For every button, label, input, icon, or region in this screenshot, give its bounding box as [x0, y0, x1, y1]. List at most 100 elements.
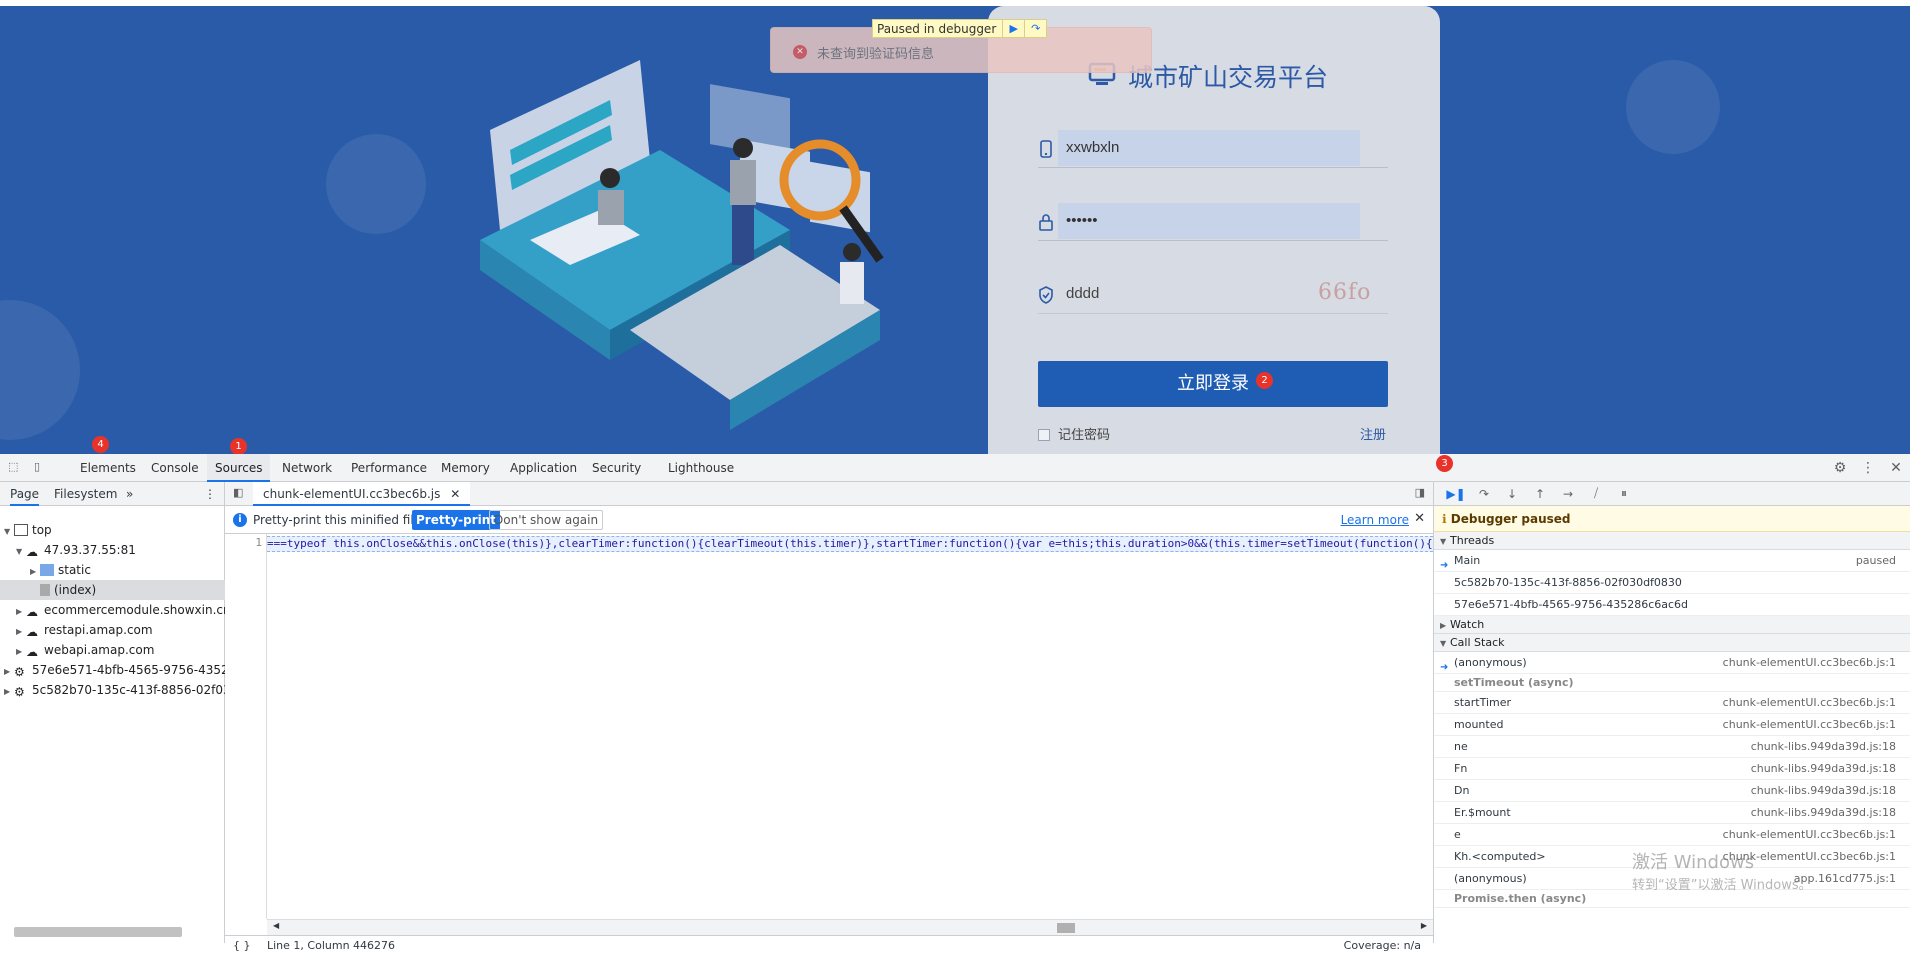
remember-password[interactable]: 记住密码: [1038, 424, 1110, 443]
collapse-arrow-icon: ▶: [1440, 621, 1447, 630]
frame-function: e: [1454, 828, 1461, 841]
editor-horizontal-scrollbar[interactable]: ◀ ▶: [267, 919, 1433, 935]
tab-network[interactable]: Network: [274, 454, 340, 482]
nav-tab-filesystem[interactable]: Filesystem: [54, 482, 117, 506]
pretty-print-button[interactable]: Pretty-print: [412, 510, 501, 530]
tree-item-host[interactable]: ▶ ☁ webapi.amap.com: [0, 640, 225, 660]
coverage-status[interactable]: Coverage: n/a: [1344, 936, 1421, 956]
frame-location[interactable]: chunk-elementUI.cc3bec6b.js:1: [1723, 692, 1896, 714]
callstack-section-header[interactable]: ▼ Call Stack: [1434, 634, 1910, 652]
frame-location[interactable]: chunk-elementUI.cc3bec6b.js:1: [1723, 714, 1896, 736]
learn-more-link[interactable]: Learn more: [1341, 513, 1409, 527]
settings-gear-icon[interactable]: ⚙: [1826, 460, 1854, 476]
toggle-debugger-icon[interactable]: ◨: [1415, 486, 1425, 499]
nav-more-tabs-icon[interactable]: »: [126, 482, 133, 506]
frame-function: Fn: [1454, 762, 1468, 775]
line-gutter: 1: [225, 534, 267, 919]
remember-checkbox[interactable]: [1038, 429, 1050, 441]
webpage-viewport: 城市矿山交易平台 xxwbxln •••••• dddd 66fo 立即登录 记…: [0, 0, 1910, 454]
tree-item-host[interactable]: ▶ ☁ restapi.amap.com: [0, 620, 225, 640]
callstack-frame[interactable]: ne chunk-libs.949da39d.js:18: [1434, 736, 1910, 758]
step-out-icon[interactable]: ↑: [1526, 487, 1554, 501]
callstack-frame[interactable]: ➜ (anonymous) chunk-elementUI.cc3bec6b.j…: [1434, 652, 1910, 674]
tab-security[interactable]: Security: [584, 454, 649, 482]
device-toolbar-icon[interactable]: ▯: [34, 460, 50, 476]
step-icon[interactable]: →: [1554, 487, 1582, 501]
frame-function: startTimer: [1454, 696, 1512, 709]
toggle-navigator-icon[interactable]: ◧: [233, 486, 243, 499]
tab-sources[interactable]: Sources: [207, 454, 271, 482]
callstack-frame[interactable]: Er.$mount chunk-libs.949da39d.js:18: [1434, 802, 1910, 824]
username-field[interactable]: xxwbxln: [1038, 130, 1388, 168]
frame-location[interactable]: chunk-libs.949da39d.js:18: [1751, 802, 1896, 824]
password-input[interactable]: ••••••: [1066, 212, 1098, 229]
frame-location[interactable]: chunk-libs.949da39d.js:18: [1751, 736, 1896, 758]
step-over-icon[interactable]: ↷: [1470, 487, 1498, 501]
close-infobar-icon[interactable]: ✕: [1414, 511, 1425, 526]
dont-show-again-button[interactable]: Don't show again: [489, 510, 604, 530]
callstack-frame[interactable]: Fn chunk-libs.949da39d.js:18: [1434, 758, 1910, 780]
frame-location[interactable]: chunk-libs.949da39d.js:18: [1751, 780, 1896, 802]
login-button[interactable]: 立即登录: [1038, 361, 1388, 407]
step-over-icon[interactable]: ↷: [1024, 20, 1046, 37]
captcha-image[interactable]: 66fo: [1318, 280, 1371, 305]
error-icon: ✕: [793, 45, 807, 59]
nav-tab-page[interactable]: Page: [10, 482, 40, 506]
tab-performance[interactable]: Performance: [343, 454, 435, 482]
tree-item-index[interactable]: (index): [0, 580, 225, 600]
gear-icon: ⚙: [14, 685, 25, 699]
step-into-icon[interactable]: ↓: [1498, 487, 1526, 501]
inspect-element-icon[interactable]: ⬚: [8, 460, 24, 476]
more-options-icon[interactable]: ⋮: [1854, 460, 1882, 476]
threads-section-header[interactable]: ▼ Threads: [1434, 532, 1910, 550]
code-line[interactable]: ===typeof this.onClose&&this.onClose(thi…: [267, 536, 1433, 552]
tree-item-worker[interactable]: ▶ ⚙ 5c582b70-135c-413f-8856-02f030d: [0, 680, 225, 700]
thread-row[interactable]: ➜ Main paused: [1434, 550, 1910, 572]
tree-item-top[interactable]: ▼ top: [0, 520, 225, 540]
tree-item-host[interactable]: ▼ ☁ 47.93.37.55:81: [0, 540, 225, 560]
format-braces-icon[interactable]: { }: [233, 936, 251, 956]
editor-tabs: ◧ chunk-elementUI.cc3bec6b.js ✕ ◨: [225, 482, 1433, 506]
tree-item-static[interactable]: ▶ static: [0, 560, 225, 580]
scroll-left-icon[interactable]: ◀: [273, 921, 279, 930]
frame-icon: [14, 524, 28, 536]
tab-lighthouse[interactable]: Lighthouse: [660, 454, 742, 482]
username-input[interactable]: xxwbxln: [1066, 139, 1119, 156]
tab-memory[interactable]: Memory: [433, 454, 498, 482]
paused-in-debugger-banner: Paused in debugger ▶︎ ↷: [872, 19, 1048, 38]
resume-icon[interactable]: ▶❚: [1442, 487, 1470, 501]
frame-location[interactable]: chunk-libs.949da39d.js:18: [1751, 758, 1896, 780]
windows-activation-watermark: 激活 Windows 转到“设置”以激活 Windows。: [1632, 848, 1812, 893]
scroll-right-icon[interactable]: ▶: [1421, 921, 1427, 930]
password-input-box[interactable]: [1058, 203, 1360, 239]
tree-item-worker[interactable]: ▶ ⚙ 57e6e571-4bfb-4565-9756-435286: [0, 660, 225, 680]
scroll-thumb[interactable]: [1057, 923, 1075, 933]
navigator-scrollbar[interactable]: [14, 927, 182, 937]
thread-row[interactable]: 5c582b70-135c-413f-8856-02f030df0830: [1434, 572, 1910, 594]
nav-menu-icon[interactable]: ⋮: [204, 482, 216, 506]
expand-arrow-icon: ▼: [16, 547, 23, 556]
callstack-frame[interactable]: Dn chunk-libs.949da39d.js:18: [1434, 780, 1910, 802]
password-field[interactable]: ••••••: [1038, 203, 1388, 241]
frame-location[interactable]: chunk-elementUI.cc3bec6b.js:1: [1723, 652, 1896, 674]
resume-icon[interactable]: ▶︎: [1002, 20, 1024, 37]
captcha-input[interactable]: dddd: [1066, 285, 1099, 302]
close-devtools-icon[interactable]: ✕: [1882, 460, 1910, 476]
tab-elements[interactable]: Elements: [72, 454, 144, 482]
pause-on-exceptions-icon[interactable]: ⏸: [1610, 486, 1638, 501]
frame-location[interactable]: chunk-elementUI.cc3bec6b.js:1: [1723, 824, 1896, 846]
editor-file-tab[interactable]: chunk-elementUI.cc3bec6b.js ✕: [253, 482, 471, 506]
thread-row[interactable]: 57e6e571-4bfb-4565-9756-435286c6ac6d: [1434, 594, 1910, 616]
tree-item-host[interactable]: ▶ ☁ ecommercemodule.showxin.cn: [0, 600, 225, 620]
deactivate-breakpoints-icon[interactable]: ⧸: [1582, 486, 1610, 501]
watch-section-header[interactable]: ▶ Watch: [1434, 616, 1910, 634]
tab-application[interactable]: Application: [502, 454, 585, 482]
hero-illustration: [480, 60, 884, 430]
callstack-frame[interactable]: e chunk-elementUI.cc3bec6b.js:1: [1434, 824, 1910, 846]
line-number[interactable]: 1: [255, 536, 262, 549]
callstack-frame[interactable]: startTimer chunk-elementUI.cc3bec6b.js:1: [1434, 692, 1910, 714]
register-link[interactable]: 注册: [1360, 424, 1386, 443]
tab-console[interactable]: Console: [143, 454, 207, 482]
callstack-frame[interactable]: mounted chunk-elementUI.cc3bec6b.js:1: [1434, 714, 1910, 736]
close-tab-icon[interactable]: ✕: [450, 487, 460, 501]
